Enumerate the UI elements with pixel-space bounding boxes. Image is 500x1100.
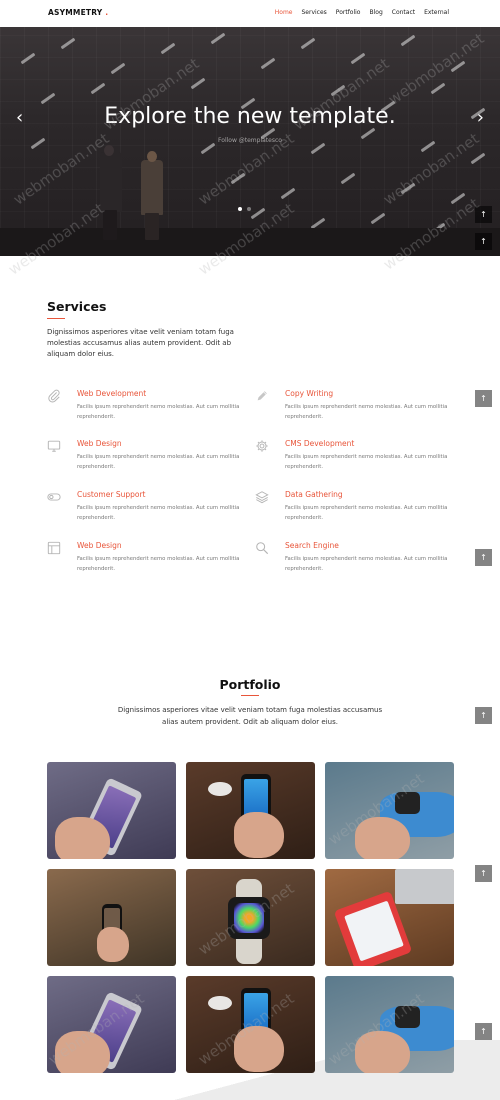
hero-next-arrow-icon[interactable]: › — [477, 107, 484, 128]
hero-person-right-head — [147, 151, 157, 162]
portfolio-title: Portfolio — [219, 677, 281, 692]
pen-icon — [257, 391, 267, 401]
scroll-top-button[interactable]: ↑ — [475, 549, 492, 566]
service-name[interactable]: Web Design — [77, 541, 122, 550]
services-lead: Dignissimos asperiores vitae velit venia… — [47, 328, 234, 358]
logo[interactable]: ASYMMETRY . — [48, 8, 108, 17]
services-title-underline — [47, 318, 65, 319]
hand-image — [355, 1031, 410, 1073]
slider-dot-2[interactable] — [247, 207, 251, 211]
hand-image — [234, 1026, 284, 1072]
portfolio-item-watch[interactable] — [325, 762, 454, 859]
hero-person-left — [100, 152, 122, 212]
scroll-top-button[interactable]: ↑ — [475, 390, 492, 407]
service-desc: Facilis ipsum reprehenderit nemo molesti… — [285, 505, 448, 521]
main-nav: Home Services Portfolio Blog Contact Ext… — [275, 9, 449, 16]
monitor-icon — [47, 440, 61, 452]
portfolio-item-phone-table[interactable] — [186, 762, 315, 859]
cup-image — [208, 782, 232, 796]
portfolio-lead: Dignissimos asperiores vitae velit venia… — [117, 706, 383, 726]
nav-blog[interactable]: Blog — [369, 9, 382, 16]
portfolio-item-phone-forest[interactable] — [47, 869, 176, 966]
slider-dots — [238, 207, 251, 211]
scroll-top-button[interactable]: ↑ — [475, 865, 492, 882]
nav-contact[interactable]: Contact — [392, 9, 415, 16]
service-name[interactable]: CMS Development — [285, 439, 354, 448]
toggle-icon — [47, 493, 61, 501]
hand-image — [97, 927, 129, 962]
service-desc: Facilis ipsum reprehenderit nemo molesti… — [77, 404, 240, 420]
paperclip-icon — [48, 389, 60, 403]
service-desc: Facilis ipsum reprehenderit nemo molesti… — [77, 505, 240, 521]
gear-icon — [256, 440, 268, 452]
hand-image — [55, 817, 110, 859]
service-name[interactable]: Search Engine — [285, 541, 339, 550]
hero-prev-arrow-icon[interactable]: ‹ — [16, 107, 23, 128]
site-header: ASYMMETRY . Home Services Portfolio Blog… — [0, 0, 500, 27]
service-name[interactable]: Web Development — [77, 389, 146, 398]
layers-icon — [255, 491, 269, 504]
scroll-top-button[interactable]: ↑ — [475, 206, 492, 223]
cup-image — [208, 996, 232, 1010]
hero-person-right — [141, 160, 163, 215]
portfolio-title-underline — [241, 695, 259, 696]
portfolio-item-watch[interactable] — [325, 976, 454, 1073]
portfolio-item-phone-purple[interactable] — [47, 762, 176, 859]
nav-portfolio[interactable]: Portfolio — [336, 9, 361, 16]
nav-services[interactable]: Services — [301, 9, 326, 16]
portfolio-item-phone-purple[interactable] — [47, 976, 176, 1073]
nav-home[interactable]: Home — [275, 9, 293, 16]
logo-text: ASYMMETRY — [48, 8, 103, 17]
service-desc: Facilis ipsum reprehenderit nemo molesti… — [285, 454, 448, 470]
scroll-top-button[interactable]: ↑ — [475, 707, 492, 724]
hero-subtitle[interactable]: Follow @templatesco — [0, 137, 500, 144]
search-icon — [256, 542, 269, 555]
service-desc: Facilis ipsum reprehenderit nemo molesti… — [77, 556, 240, 572]
hero-person-legs — [103, 210, 117, 240]
scroll-top-button[interactable]: ↑ — [475, 1023, 492, 1040]
hand-image — [55, 1031, 110, 1073]
hero-title: Explore the new template. — [104, 104, 396, 129]
service-desc: Facilis ipsum reprehenderit nemo molesti… — [77, 454, 240, 470]
hero-floor — [0, 228, 500, 256]
laptop-image — [395, 869, 454, 904]
hero-person-left-head — [104, 145, 114, 156]
hero-slider: Explore the new template. Follow @templa… — [0, 27, 500, 256]
scroll-top-button[interactable]: ↑ — [475, 233, 492, 250]
hand-image — [234, 812, 284, 858]
service-name[interactable]: Copy Writing — [285, 389, 333, 398]
watch-image — [395, 1006, 420, 1028]
layout-icon — [47, 541, 61, 555]
service-name[interactable]: Customer Support — [77, 490, 145, 499]
hero-person-legs-2 — [145, 213, 159, 240]
hand-image — [355, 817, 410, 859]
service-desc: Facilis ipsum reprehenderit nemo molesti… — [285, 556, 448, 572]
watch-image — [395, 792, 420, 814]
services-title: Services — [47, 299, 107, 314]
portfolio-item-phone-red[interactable] — [325, 869, 454, 966]
slider-dot-1[interactable] — [238, 207, 242, 211]
portfolio-item-phone-table[interactable] — [186, 976, 315, 1073]
watch-apps-image — [234, 903, 264, 933]
service-desc: Facilis ipsum reprehenderit nemo molesti… — [285, 404, 448, 420]
service-name[interactable]: Data Gathering — [285, 490, 343, 499]
nav-external[interactable]: External — [424, 9, 449, 16]
portfolio-item-apple-watch[interactable] — [186, 869, 315, 966]
logo-dot: . — [105, 8, 109, 17]
service-name[interactable]: Web Design — [77, 439, 122, 448]
